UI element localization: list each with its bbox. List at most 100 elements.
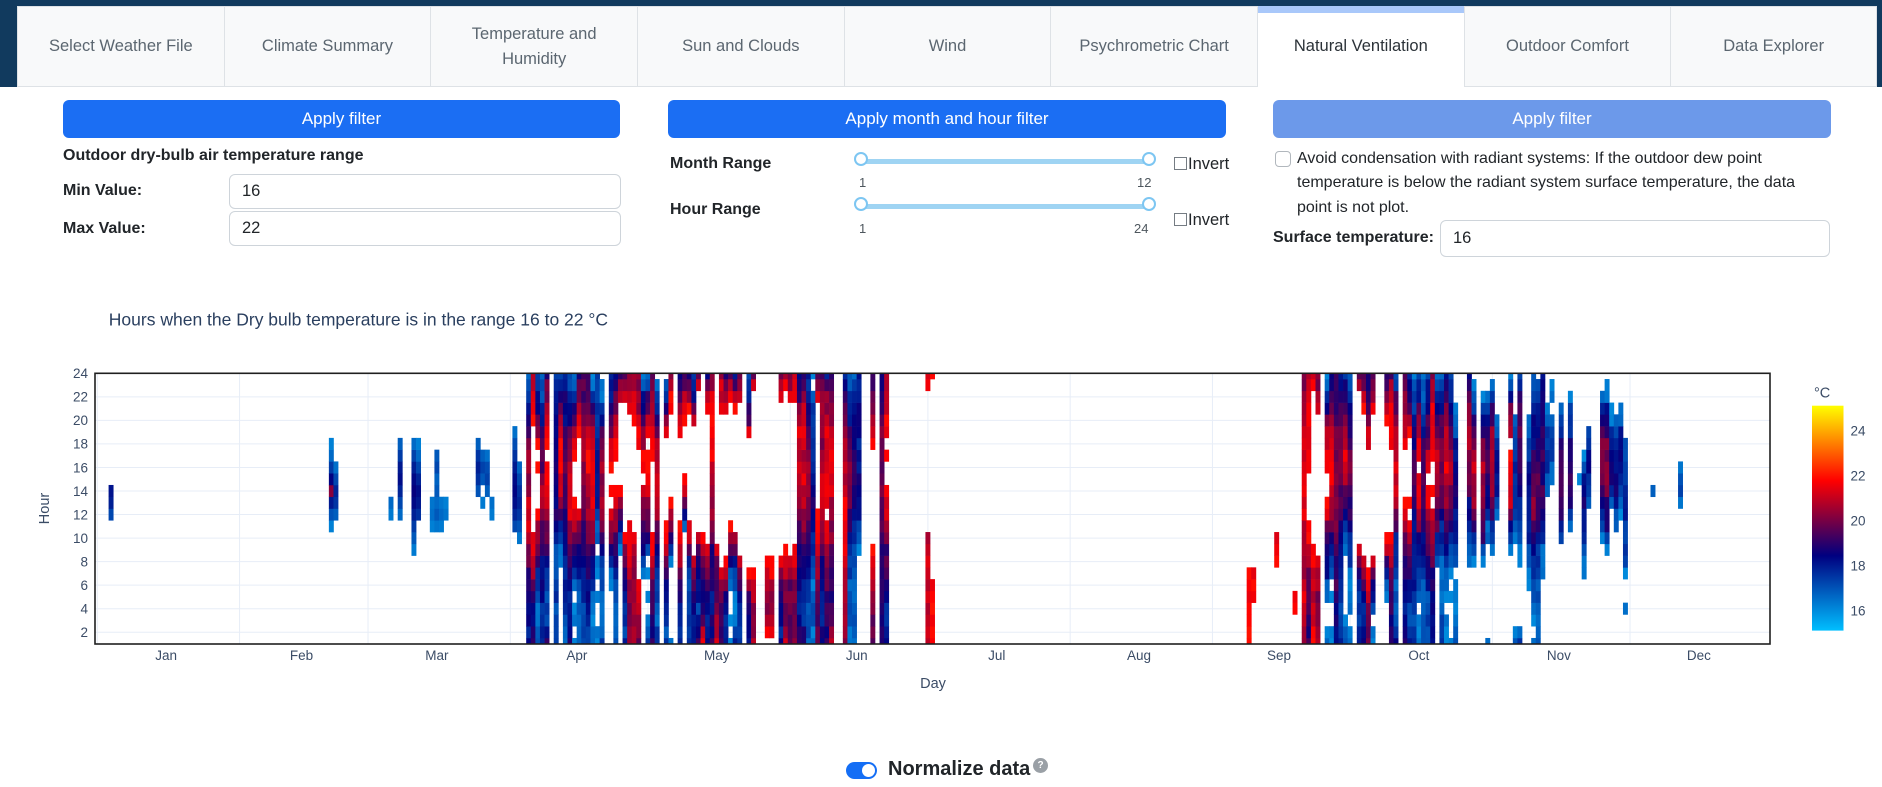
heatmap-cell bbox=[1508, 496, 1514, 509]
hour-range-slider[interactable] bbox=[861, 204, 1149, 209]
heatmap-cell bbox=[1540, 484, 1546, 498]
heatmap-cell bbox=[567, 449, 573, 462]
tab-outdoor-comfort[interactable]: Outdoor Comfort bbox=[1463, 6, 1672, 87]
heatmap-cell bbox=[108, 508, 114, 521]
tab-psychrometric-chart[interactable]: Psychrometric Chart bbox=[1050, 6, 1258, 87]
apply-temp-filter-button[interactable]: Apply filter bbox=[63, 100, 620, 138]
heatmap-cell bbox=[1448, 437, 1454, 450]
heatmap-cell bbox=[562, 484, 568, 498]
heatmap-cell bbox=[328, 496, 334, 509]
help-icon[interactable]: ? bbox=[1033, 758, 1048, 773]
heatmap-cell bbox=[526, 461, 532, 474]
hour-range-handle-min[interactable] bbox=[854, 197, 868, 211]
heatmap-cell bbox=[856, 414, 862, 427]
heatmap-cell bbox=[677, 579, 683, 592]
heatmap-cell bbox=[480, 496, 486, 509]
month-range-handle-min[interactable] bbox=[854, 152, 868, 166]
heatmap-cell bbox=[1315, 567, 1321, 580]
heatmap-cell bbox=[829, 626, 835, 639]
heatmap-cell bbox=[576, 579, 582, 592]
heatmap-cell bbox=[810, 461, 816, 474]
heatmap-cell bbox=[1393, 437, 1399, 450]
heatmap-cell bbox=[581, 461, 587, 474]
hour-invert-checkbox[interactable] bbox=[1174, 213, 1187, 226]
tab-temperature-and-humidity[interactable]: Temperature and Humidity bbox=[430, 6, 638, 87]
hour-range-min-mark: 1 bbox=[859, 221, 867, 236]
heatmap-cell bbox=[567, 532, 573, 545]
heatmap-cell bbox=[613, 626, 619, 639]
x-tick-label: Oct bbox=[1408, 648, 1429, 663]
heatmap-cell bbox=[778, 626, 784, 639]
apply-month-hour-filter-button[interactable]: Apply month and hour filter bbox=[668, 100, 1226, 138]
heatmap-cell bbox=[595, 426, 600, 439]
normalize-toggle[interactable] bbox=[846, 762, 877, 779]
heatmap-cell bbox=[1443, 461, 1449, 474]
heatmap-cell bbox=[1393, 402, 1399, 415]
max-value-input[interactable] bbox=[229, 211, 621, 246]
heatmap-cell bbox=[576, 390, 582, 403]
tab-select-weather-file[interactable]: Select Weather File bbox=[17, 6, 225, 87]
heatmap-cell bbox=[801, 555, 807, 568]
condensation-checkbox[interactable] bbox=[1275, 151, 1291, 167]
heatmap-cell bbox=[535, 437, 541, 450]
heatmap-cell bbox=[1329, 532, 1335, 545]
month-range-slider[interactable] bbox=[861, 159, 1149, 164]
heatmap-cell bbox=[1535, 414, 1541, 427]
heatmap-cell bbox=[792, 579, 798, 592]
month-range-handle-max[interactable] bbox=[1142, 152, 1156, 166]
heatmap-cell bbox=[558, 473, 564, 486]
heatmap-cell bbox=[645, 614, 651, 627]
heatmap-cell bbox=[1443, 402, 1449, 415]
heatmap-cell bbox=[1402, 520, 1408, 533]
heatmap-cell bbox=[562, 567, 568, 580]
month-invert-checkbox[interactable] bbox=[1174, 157, 1187, 170]
heatmap-cell bbox=[558, 379, 564, 392]
heatmap-cell bbox=[475, 484, 481, 498]
heatmap-cell bbox=[535, 390, 541, 403]
heatmap-cell bbox=[627, 543, 633, 556]
heatmap-cell bbox=[1361, 626, 1367, 639]
heatmap-cell bbox=[585, 484, 591, 498]
heatmap-cell bbox=[535, 414, 541, 427]
heatmap-cell bbox=[1411, 543, 1417, 556]
heatmap-cell bbox=[1347, 543, 1353, 556]
hour-range-handle-max[interactable] bbox=[1142, 197, 1156, 211]
heatmap-cell bbox=[558, 520, 564, 533]
heatmap-cell bbox=[842, 579, 848, 592]
heatmap-cell bbox=[1393, 484, 1399, 498]
min-value-input[interactable] bbox=[229, 174, 621, 209]
heatmap-cell bbox=[1443, 390, 1449, 403]
heatmap-cell bbox=[544, 543, 550, 556]
tab-data-explorer[interactable]: Data Explorer bbox=[1670, 6, 1877, 87]
heatmap-cell bbox=[581, 379, 587, 392]
heatmap-cell bbox=[429, 496, 435, 509]
heatmap-cell bbox=[1604, 414, 1610, 427]
heatmap-cell bbox=[1356, 602, 1362, 615]
heatmap-cell bbox=[590, 520, 596, 533]
x-tick-label: Feb bbox=[290, 648, 313, 663]
heatmap-cell bbox=[1356, 614, 1362, 627]
tab-natural-ventilation[interactable]: Natural Ventilation bbox=[1257, 6, 1465, 87]
heatmap-cell bbox=[737, 626, 743, 639]
heatmap-cell bbox=[1586, 496, 1592, 509]
heatmap-cell bbox=[438, 496, 444, 509]
heatmap-cell bbox=[1512, 532, 1518, 545]
heatmap-cell bbox=[723, 602, 729, 615]
tab-sun-and-clouds[interactable]: Sun and Clouds bbox=[637, 6, 845, 87]
tab-climate-summary[interactable]: Climate Summary bbox=[223, 6, 432, 87]
heatmap-cell bbox=[608, 579, 614, 592]
heatmap-cell bbox=[1466, 496, 1472, 509]
apply-condensation-filter-button[interactable]: Apply filter bbox=[1273, 100, 1831, 138]
heatmap-cell bbox=[530, 626, 536, 639]
heatmap-cell bbox=[627, 614, 633, 627]
heatmap-cell bbox=[824, 379, 830, 392]
heatmap-cell bbox=[1338, 496, 1344, 509]
heatmap-cell bbox=[801, 484, 807, 498]
heatmap-cell bbox=[1581, 520, 1587, 533]
heatmap-cell bbox=[856, 426, 862, 439]
heatmap-cell bbox=[884, 543, 890, 556]
heatmap-cell bbox=[714, 579, 720, 592]
heatmap-cell bbox=[636, 614, 642, 627]
surface-temperature-input[interactable] bbox=[1440, 220, 1830, 257]
tab-wind[interactable]: Wind bbox=[843, 6, 1052, 87]
